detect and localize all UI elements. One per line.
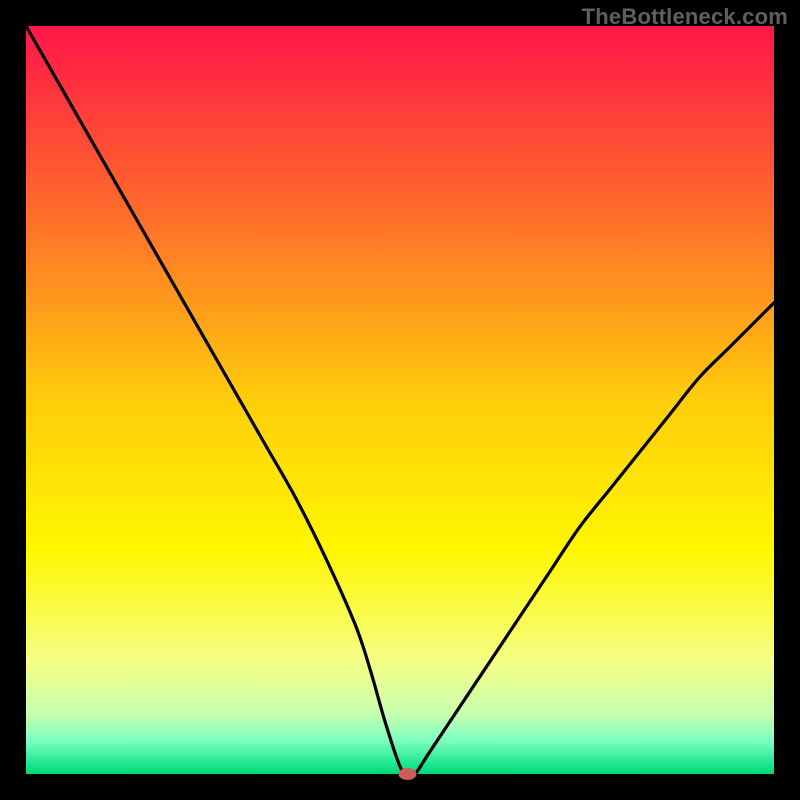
watermark-text: TheBottleneck.com bbox=[582, 4, 788, 30]
chart-frame: TheBottleneck.com bbox=[0, 0, 800, 800]
plot-background bbox=[26, 26, 774, 774]
minimum-marker bbox=[398, 768, 416, 780]
bottleneck-chart bbox=[0, 0, 800, 800]
